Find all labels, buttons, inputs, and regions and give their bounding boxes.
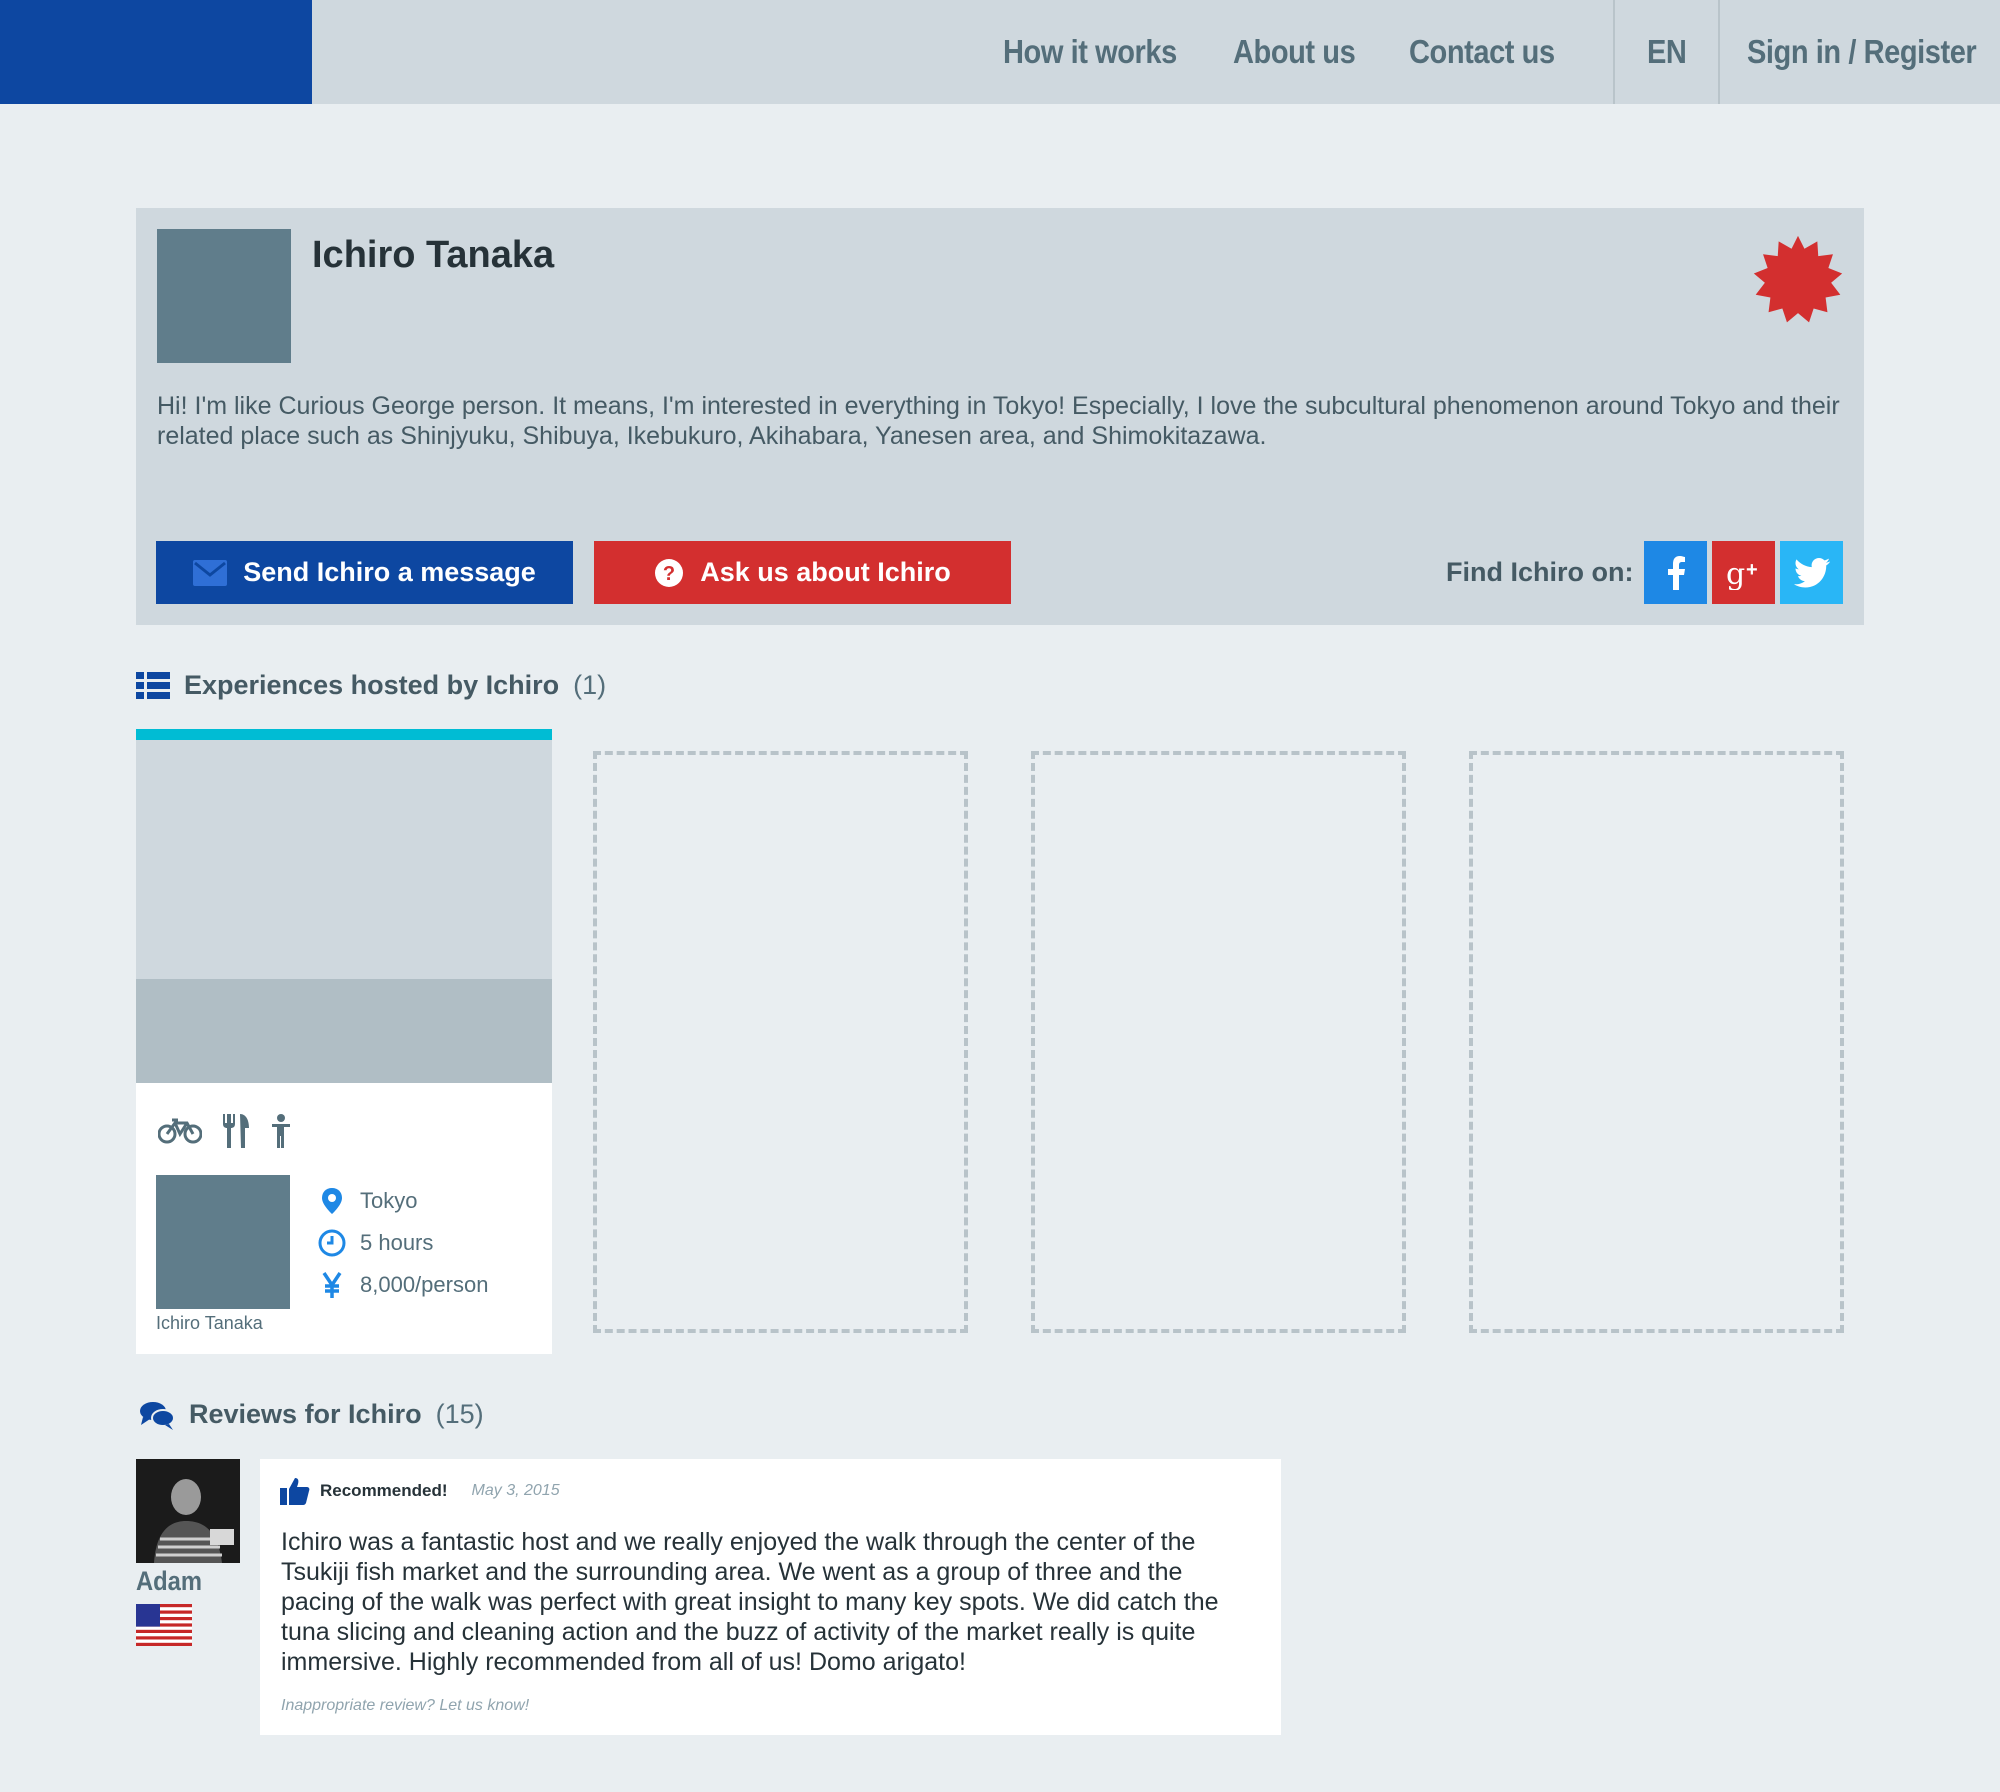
sign-in-register-link[interactable]: Sign in / Register (1747, 0, 1977, 104)
experience-image[interactable] (136, 740, 552, 979)
empty-experience-slot (1031, 751, 1406, 1333)
facebook-icon (1667, 555, 1685, 590)
fork-knife-icon (223, 1114, 249, 1148)
twitter-icon (1793, 557, 1830, 587)
google-plus-icon: g + (1726, 557, 1758, 590)
person-icon (272, 1114, 290, 1148)
nav-link-contact-us[interactable]: Contact us (1409, 0, 1555, 104)
host-bio: Hi! I'm like Curious George person. It m… (157, 392, 1840, 450)
send-message-label: Send Ichiro a message (243, 557, 536, 587)
reviews-count: (15) (435, 1399, 484, 1429)
host-profile-card: Ichiro Tanaka Hi! I'm like Curious Georg… (136, 208, 1864, 625)
review-card: Recommended! May 3, 2015 Ichiro was a fa… (260, 1459, 1281, 1735)
map-pin-icon (322, 1188, 342, 1214)
recommended-label: Recommended! (320, 1481, 448, 1500)
review-text: Ichiro was a fantastic host and we reall… (281, 1528, 1219, 1676)
question-circle-icon: ? (655, 558, 684, 587)
experience-host-avatar (156, 1175, 290, 1309)
host-avatar (157, 229, 291, 363)
experiences-heading: Experiences hosted by Ichiro (1) (136, 670, 606, 701)
find-on-label: Find Ichiro on: (1446, 557, 1634, 587)
send-message-button[interactable]: Send Ichiro a message (156, 541, 573, 604)
nav-link-how-it-works[interactable]: How it works (1003, 0, 1177, 104)
envelope-icon (193, 559, 228, 586)
experience-image-caption-area (136, 979, 552, 1083)
language-selector[interactable]: EN (1647, 0, 1687, 104)
google-plus-link[interactable]: g + (1712, 541, 1775, 604)
svg-text:+: + (1746, 559, 1758, 581)
nav-link-about-us[interactable]: About us (1233, 0, 1356, 104)
experience-location-text: Tokyo (360, 1188, 418, 1213)
site-logo[interactable] (0, 0, 312, 104)
reviewer-photo-image (136, 1459, 240, 1563)
nav-divider (1613, 0, 1615, 104)
top-navigation-bar: How it works About us Contact us EN Sign… (0, 0, 2000, 104)
nav-divider (1718, 0, 1720, 104)
review-date: May 3, 2015 (471, 1482, 560, 1499)
svg-text:?: ? (663, 563, 675, 585)
ask-about-host-button[interactable]: ? Ask us about Ichiro (594, 541, 1011, 604)
reviewer-avatar (136, 1459, 240, 1563)
clock-icon (318, 1229, 346, 1257)
experience-card-accent (136, 729, 552, 740)
experience-price: 8,000/person (318, 1271, 488, 1299)
reviews-heading-label: Reviews for Ichiro (189, 1399, 422, 1429)
thumbs-up-icon (280, 1478, 310, 1505)
report-review-link[interactable]: Inappropriate review? Let us know! (281, 1697, 529, 1715)
experience-price-text: 8,000/person (360, 1272, 489, 1297)
bicycle-icon (158, 1118, 202, 1144)
reviewer-name: Adam (136, 1566, 203, 1596)
experience-duration-text: 5 hours (360, 1230, 434, 1255)
empty-experience-slot (593, 751, 968, 1333)
activity-icons (158, 1114, 292, 1148)
svg-text:g: g (1726, 557, 1745, 590)
list-icon (136, 671, 170, 699)
chat-bubbles-icon (140, 1401, 175, 1430)
reviews-heading: Reviews for Ichiro (15) (139, 1399, 484, 1430)
verified-badge-icon (1753, 235, 1843, 323)
experiences-count: (1) (573, 670, 607, 700)
yen-icon (322, 1272, 342, 1298)
experiences-heading-label: Experiences hosted by Ichiro (184, 670, 560, 700)
experience-card[interactable]: Ichiro Tanaka Tokyo 5 hours 8,000/person (136, 729, 552, 1354)
ask-about-host-label: Ask us about Ichiro (700, 557, 951, 587)
review-recommendation: Recommended! May 3, 2015 (280, 1476, 560, 1506)
twitter-link[interactable] (1780, 541, 1843, 604)
experience-host-name: Ichiro Tanaka (156, 1313, 263, 1333)
facebook-link[interactable] (1644, 541, 1707, 604)
us-flag-icon (136, 1604, 192, 1646)
experience-location: Tokyo (318, 1187, 417, 1215)
empty-experience-slot (1469, 751, 1844, 1333)
experience-duration: 5 hours (318, 1229, 433, 1257)
host-name: Ichiro Tanaka (312, 234, 555, 276)
